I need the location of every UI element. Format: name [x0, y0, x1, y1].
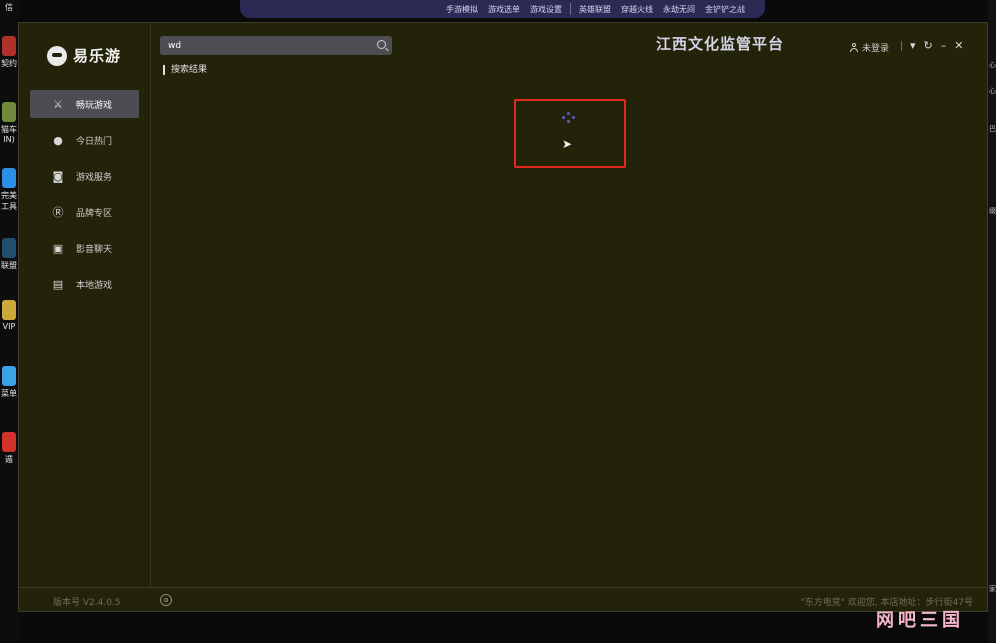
desktop-label: 缀 [989, 207, 996, 215]
app-icon [2, 432, 16, 452]
app-icon [2, 36, 16, 56]
sidebar-item-game-service[interactable]: ◙ 游戏服务 [30, 162, 139, 190]
refresh-icon[interactable]: ↻ [924, 40, 933, 51]
sidebar-item-brand-zone[interactable]: Ⓡ 品牌专区 [30, 198, 139, 226]
search-input[interactable] [166, 39, 370, 52]
desktop-label: 家 [989, 585, 996, 593]
app-window: 易乐游 ⚔ 畅玩游戏 ● 今日热门 ◙ 游戏服务 Ⓡ 品牌专区 ▣ 影音聊天 ▤… [18, 22, 988, 612]
sidebar-item-play-games[interactable]: ⚔ 畅玩游戏 [30, 90, 139, 118]
loading-spinner-icon [562, 112, 576, 126]
folder-game-icon: ▤ [52, 277, 64, 291]
desktop-label: 心 [989, 87, 996, 95]
desktop-right-strip: 心 心 巴 缀 家 [988, 0, 996, 643]
sidebar-item-label: 游戏服务 [76, 172, 113, 183]
sidebar-item-hot-today[interactable]: ● 今日热门 [30, 126, 139, 154]
search-results-heading: 搜索结果 [163, 65, 207, 75]
desktop-shortcut-label: 遁 [5, 455, 13, 464]
search-box [160, 36, 392, 55]
app-logo: 易乐游 [47, 45, 121, 66]
crossed-swords-icon: ⚔ [53, 97, 63, 111]
desktop-shortcut-label: 完美 [1, 191, 17, 200]
desktop-shortcut-label: 猫车 [1, 125, 17, 134]
login-button[interactable]: 未登录 [850, 41, 889, 54]
sidebar-item-label: 品牌专区 [76, 208, 113, 219]
minimize-icon[interactable]: – [941, 40, 947, 51]
desktop-shortcut-label: VIP [2, 322, 16, 331]
brand-r-icon: Ⓡ [52, 206, 64, 219]
platform-title: 江西文化监管平台 [656, 35, 785, 53]
search-icon[interactable] [377, 40, 386, 49]
desktop-shortcut-label: 工具 [1, 202, 17, 211]
desktop-shortcut[interactable]: 猫车 IN) [0, 102, 18, 144]
sidebar-item-media-chat[interactable]: ▣ 影音聊天 [30, 234, 139, 262]
desktop-shortcut-label: 联盟 [1, 261, 17, 270]
app-icon [2, 366, 16, 386]
desktop-shortcut-label: 契约 [1, 59, 17, 68]
taskbar-link[interactable]: 手游模拟 [446, 4, 478, 15]
taskbar-link[interactable]: 永劫无间 [663, 4, 695, 15]
sidebar-nav: ⚔ 畅玩游戏 ● 今日热门 ◙ 游戏服务 Ⓡ 品牌专区 ▣ 影音聊天 ▤ 本地游… [30, 90, 139, 306]
desktop-shortcut[interactable]: 菜单 [0, 366, 18, 399]
logo-text: 易乐游 [73, 47, 122, 65]
app-icon [2, 102, 16, 122]
mouse-cursor-icon: ➤ [562, 137, 573, 151]
desktop-shortcut[interactable]: 完美 工具 [0, 168, 18, 212]
desktop-shortcut[interactable]: 联盟 [0, 238, 18, 271]
taskbar-link[interactable]: 游戏选单 [488, 4, 520, 15]
app-icon [2, 168, 16, 188]
control-divider [901, 40, 902, 51]
taskbar-link[interactable]: 游戏设置 [530, 4, 562, 15]
watermark-text: 网吧三国 [876, 610, 964, 631]
desktop-label: 心 [989, 61, 996, 69]
taskbar-link[interactable]: 金铲铲之战 [705, 4, 745, 15]
chat-video-icon: ▣ [52, 241, 64, 255]
app-icon [2, 238, 16, 258]
taskbar-link[interactable]: 穿越火线 [621, 4, 653, 15]
sidebar-item-label: 本地游戏 [76, 280, 113, 291]
taskbar-group-games: 英雄联盟 穿越火线 永劫无间 金铲铲之战 [571, 4, 753, 15]
desktop-shortcut-label: IN) [3, 135, 15, 144]
sidebar-item-label: 畅玩游戏 [76, 100, 113, 111]
close-icon[interactable]: ✕ [954, 40, 963, 51]
fire-icon: ● [53, 133, 63, 147]
sidebar-item-label: 影音聊天 [76, 244, 113, 255]
desktop-label: 信 [5, 3, 13, 12]
desktop-left-strip: 信 契约 猫车 IN) 完美 工具 联盟 VIP 菜单 遁 [0, 0, 18, 643]
settings-gear-icon[interactable] [160, 594, 172, 606]
taskbar-link[interactable]: 英雄联盟 [579, 4, 611, 15]
sidebar-item-local-games[interactable]: ▤ 本地游戏 [30, 270, 139, 298]
window-controls: ▾ ↻ – ✕ [901, 40, 963, 51]
app-icon [2, 300, 16, 320]
highlight-box [514, 99, 626, 168]
logo-icon [47, 45, 67, 66]
top-taskbar: 手游模拟 游戏选单 游戏设置 英雄联盟 穿越火线 永劫无间 金铲铲之战 [240, 0, 765, 18]
sidebar: 易乐游 ⚔ 畅玩游戏 ● 今日热门 ◙ 游戏服务 Ⓡ 品牌专区 ▣ 影音聊天 ▤… [19, 23, 151, 587]
gamepad-icon: ◙ [52, 169, 64, 183]
desktop-shortcut[interactable]: 契约 [0, 36, 18, 69]
desktop-shortcut[interactable]: 遁 [0, 432, 18, 465]
dropdown-arrow-icon[interactable]: ▾ [910, 40, 916, 51]
sidebar-item-label: 今日热门 [76, 136, 113, 147]
desktop-label: 巴 [989, 125, 996, 133]
user-icon [850, 43, 858, 52]
footer-divider [19, 587, 987, 588]
version-label: 版本号 V2.4.0.5 [53, 598, 121, 608]
desktop-shortcut-label: 菜单 [1, 389, 17, 398]
taskbar-group-emulator: 手游模拟 游戏选单 游戏设置 [438, 4, 570, 15]
desktop-shortcut[interactable]: VIP [0, 300, 18, 331]
login-label: 未登录 [862, 44, 890, 54]
